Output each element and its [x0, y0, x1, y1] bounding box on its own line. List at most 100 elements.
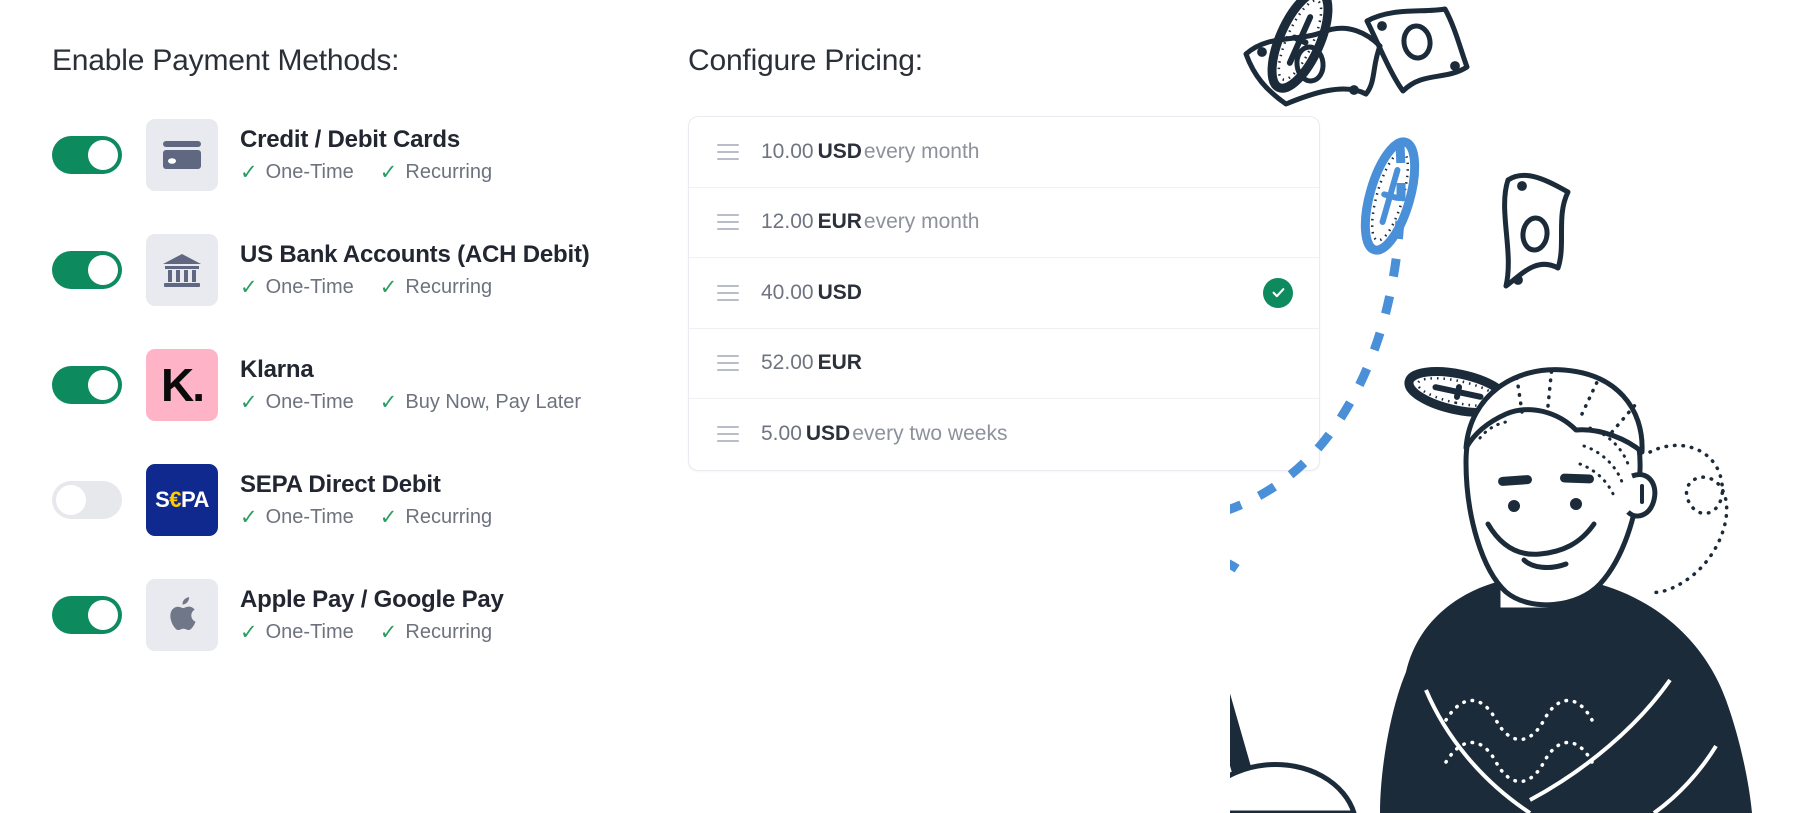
- capability-item: ✓ One-Time: [240, 506, 354, 529]
- payment-method-name: US Bank Accounts (ACH Debit): [240, 241, 590, 269]
- pricing-row[interactable]: 12.00 EURevery month: [689, 188, 1319, 258]
- drag-handle-icon[interactable]: [717, 143, 739, 160]
- capability-list: ✓ One-Time ✓ Recurring: [240, 506, 492, 529]
- price-currency: EUR: [817, 210, 862, 234]
- check-icon: ✓: [379, 160, 398, 184]
- toggle-us-bank-accounts[interactable]: [52, 251, 122, 289]
- price-period: every two weeks: [852, 422, 1008, 446]
- drag-handle-icon[interactable]: [717, 214, 739, 231]
- pricing-row-selected[interactable]: 40.00 USD: [689, 258, 1319, 329]
- check-icon: ✓: [379, 620, 398, 644]
- pricing-row[interactable]: 10.00 USDevery month: [689, 117, 1319, 188]
- capability-label: Recurring: [405, 275, 493, 298]
- pricing-row-text: 40.00 USD: [761, 281, 864, 305]
- method-text: US Bank Accounts (ACH Debit) ✓ One-Time …: [240, 241, 590, 299]
- toggle-knob: [88, 370, 118, 400]
- method-text: SEPA Direct Debit ✓ One-Time ✓ Recurring: [240, 471, 492, 529]
- sepa-logo-icon: S € PA: [146, 464, 218, 536]
- capability-item: ✓ One-Time: [240, 276, 354, 299]
- toggle-knob: [56, 485, 86, 515]
- drag-handle-icon[interactable]: [717, 284, 739, 301]
- price-amount: 5.00: [761, 422, 802, 446]
- pricing-row-text: 12.00 EURevery month: [761, 210, 979, 234]
- toggle-knob: [88, 600, 118, 630]
- banknote-icon: [1502, 173, 1571, 289]
- capability-item: ✓ Recurring: [380, 506, 492, 529]
- capability-label: Buy Now, Pay Later: [405, 390, 582, 413]
- check-icon: ✓: [379, 275, 398, 299]
- method-text: Klarna ✓ One-Time ✓ Buy Now, Pay Later: [240, 356, 581, 414]
- price-currency: EUR: [817, 351, 862, 375]
- apple-icon: [146, 579, 218, 651]
- payment-method-row-sepa-direct-debit: S € PA SEPA Direct Debit ✓ One-Time ✓ Recu…: [52, 461, 692, 539]
- payment-methods-panel: Enable Payment Methods: Credit / Debit C…: [52, 44, 692, 654]
- klarna-logo-text: K.: [161, 359, 205, 411]
- capability-label: Recurring: [405, 505, 493, 528]
- drag-handle-icon[interactable]: [717, 426, 739, 443]
- capability-list: ✓ One-Time ✓ Buy Now, Pay Later: [240, 391, 581, 414]
- price-amount: 52.00: [761, 351, 814, 375]
- check-icon: ✓: [240, 160, 258, 184]
- screenshot-root: Enable Payment Methods: Credit / Debit C…: [0, 0, 1800, 813]
- klarna-logo-icon: K.: [146, 349, 218, 421]
- capability-item: ✓ Recurring: [380, 621, 492, 644]
- payment-methods-list: Credit / Debit Cards ✓ One-Time ✓ Recurr…: [52, 116, 692, 654]
- coin-blue-icon: [1360, 137, 1420, 255]
- capability-label: One-Time: [265, 505, 354, 528]
- payment-method-row-credit-debit-cards: Credit / Debit Cards ✓ One-Time ✓ Recurr…: [52, 116, 692, 194]
- check-icon: ✓: [240, 275, 258, 299]
- payment-method-name: SEPA Direct Debit: [240, 471, 441, 499]
- payment-method-name: Klarna: [240, 356, 314, 384]
- price-amount: 40.00: [761, 280, 814, 304]
- capability-list: ✓ One-Time ✓ Recurring: [240, 276, 590, 299]
- price-amount: 10.00: [761, 139, 814, 163]
- coin-dark-icon: [1267, 0, 1333, 93]
- pricing-list: 10.00 USDevery month 12.00 EURevery month …: [688, 116, 1320, 471]
- capability-item: ✓ Buy Now, Pay Later: [380, 391, 581, 414]
- pricing-row-text: 5.00 USDevery two weeks: [761, 422, 1007, 446]
- capability-label: Recurring: [405, 160, 493, 183]
- price-amount: 12.00: [761, 210, 814, 234]
- check-icon: ✓: [240, 390, 258, 414]
- capability-label: One-Time: [265, 390, 354, 413]
- bank-icon: [146, 234, 218, 306]
- capability-label: Recurring: [405, 620, 493, 643]
- toggle-credit-debit-cards[interactable]: [52, 136, 122, 174]
- capability-list: ✓ One-Time ✓ Recurring: [240, 621, 504, 644]
- check-icon: ✓: [379, 505, 398, 529]
- payment-method-name: Apple Pay / Google Pay: [240, 586, 504, 614]
- check-icon: ✓: [379, 390, 398, 414]
- pricing-row[interactable]: 52.00 EUR: [689, 329, 1319, 399]
- money-illustration: [1230, 0, 1800, 813]
- drag-handle-icon[interactable]: [717, 355, 739, 372]
- method-text: Credit / Debit Cards ✓ One-Time ✓ Recurr…: [240, 126, 492, 184]
- person-illustration: [1230, 364, 1752, 813]
- price-currency: USD: [817, 139, 862, 163]
- price-period: every month: [863, 210, 980, 234]
- banknote-icon: [1364, 6, 1470, 94]
- capability-label: One-Time: [265, 160, 354, 183]
- capability-list: ✓ One-Time ✓ Recurring: [240, 161, 492, 184]
- capability-item: ✓ Recurring: [380, 276, 492, 299]
- capability-label: One-Time: [265, 620, 354, 643]
- payment-method-row-apple-google-pay: Apple Pay / Google Pay ✓ One-Time ✓ Recu…: [52, 576, 692, 654]
- toggle-apple-google-pay[interactable]: [52, 596, 122, 634]
- method-text: Apple Pay / Google Pay ✓ One-Time ✓ Recu…: [240, 586, 504, 644]
- capability-item: ✓ One-Time: [240, 621, 354, 644]
- pricing-row-text: 10.00 USDevery month: [761, 140, 979, 164]
- toggle-klarna[interactable]: [52, 366, 122, 404]
- capability-item: ✓ One-Time: [240, 161, 354, 184]
- pricing-row[interactable]: 5.00 USDevery two weeks: [689, 399, 1319, 470]
- toggle-knob: [88, 140, 118, 170]
- sepa-logo-text: S € PA: [155, 487, 209, 512]
- toggle-knob: [88, 255, 118, 285]
- toggle-sepa-direct-debit[interactable]: [52, 481, 122, 519]
- capability-label: One-Time: [265, 275, 354, 298]
- check-icon: ✓: [240, 620, 258, 644]
- capability-item: ✓ One-Time: [240, 391, 354, 414]
- price-currency: USD: [817, 280, 862, 304]
- capability-item: ✓ Recurring: [380, 161, 492, 184]
- pricing-row-text: 52.00 EUR: [761, 351, 864, 375]
- payment-methods-heading: Enable Payment Methods:: [52, 44, 400, 77]
- payment-method-row-klarna: K. Klarna ✓ One-Time ✓ Buy Now, Pay Late…: [52, 346, 692, 424]
